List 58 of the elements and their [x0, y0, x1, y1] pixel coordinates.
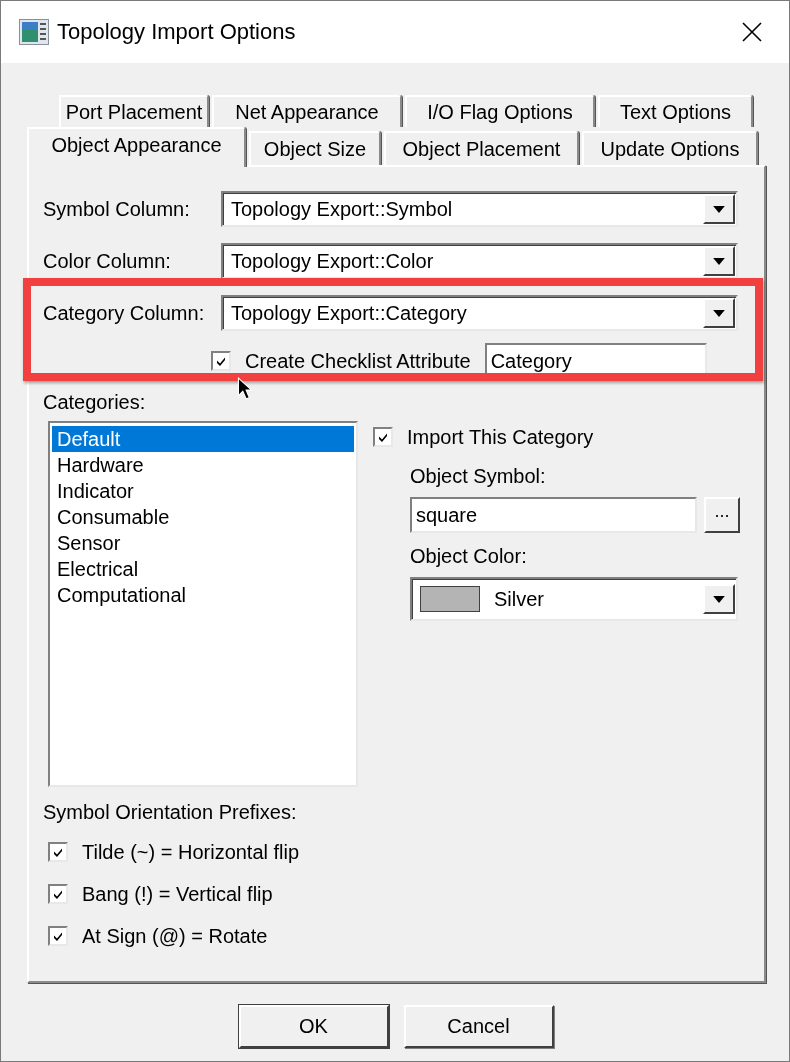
category-list[interactable]: Default Hardware Indicator Consumable Sensor Electrical Computational	[48, 421, 358, 787]
check-icon	[377, 431, 389, 443]
dropdown-button[interactable]	[703, 194, 735, 224]
list-item[interactable]: Sensor	[52, 530, 354, 556]
list-item[interactable]: Electrical	[52, 556, 354, 582]
tab[interactable]: Update Options	[582, 131, 758, 165]
caret-icon	[713, 257, 725, 265]
list-item[interactable]: Default	[52, 426, 354, 452]
field-label: Object Color:	[410, 545, 528, 569]
browse-button[interactable]: ...	[704, 497, 740, 533]
list-item[interactable]: Consumable	[52, 504, 354, 530]
close-icon	[742, 22, 762, 42]
tab[interactable]: Text Options	[598, 95, 753, 127]
dropdown-field[interactable]: Topology Export::Symbol	[221, 191, 738, 227]
check-icon	[52, 846, 64, 858]
tab[interactable]: Net Appearance	[212, 95, 402, 127]
field-label: Symbol Column:	[43, 197, 191, 221]
text-field[interactable]: square	[410, 497, 697, 533]
check-icon	[52, 888, 64, 900]
checkbox-label: Tilde (~) = Horizontal flip	[82, 840, 300, 864]
dropdown-field[interactable]: Topology Export::Color	[221, 243, 738, 279]
dialog-button[interactable]: Cancel	[403, 1005, 554, 1048]
checkbox[interactable]	[48, 884, 68, 904]
checkbox[interactable]	[48, 926, 68, 946]
field-label: Object Symbol:	[410, 465, 547, 489]
dropdown-field[interactable]: Topology Export::Category	[221, 295, 738, 331]
window-title: Topology Import Options	[57, 19, 297, 45]
app-icon	[19, 19, 49, 45]
checkbox[interactable]	[48, 842, 68, 862]
tab[interactable]: Object Size	[249, 131, 381, 165]
field-label: Color Column:	[43, 249, 172, 273]
list-item[interactable]: Indicator	[52, 478, 354, 504]
checkbox-label: Bang (!) = Vertical flip	[82, 882, 273, 906]
section-label: Categories:	[43, 391, 147, 415]
dialog-button[interactable]: OK	[238, 1005, 389, 1048]
caret-icon	[713, 309, 725, 317]
tab[interactable]: Object Placement	[384, 131, 579, 165]
tab[interactable]: Object Appearance	[27, 127, 246, 167]
field-label: Category Column:	[43, 301, 206, 325]
color-dropdown[interactable]: Silver	[410, 577, 738, 621]
dropdown-button[interactable]	[703, 584, 735, 614]
list-item[interactable]: Computational	[52, 582, 354, 608]
caret-icon	[713, 205, 725, 213]
dropdown-button[interactable]	[703, 298, 735, 328]
section-label: Symbol Orientation Prefixes:	[43, 801, 298, 825]
checkbox[interactable]	[211, 351, 231, 371]
check-icon	[52, 930, 64, 942]
caret-icon	[713, 595, 725, 603]
check-icon	[215, 355, 227, 367]
tab[interactable]: I/O Flag Options	[405, 95, 595, 127]
checkbox-label: At Sign (@) = Rotate	[82, 924, 268, 948]
checkbox[interactable]	[373, 427, 393, 447]
list-item[interactable]: Hardware	[52, 452, 354, 478]
checkbox-label: Import This Category	[407, 425, 594, 449]
dropdown-button[interactable]	[703, 246, 735, 276]
checkbox-label: Create Checklist Attribute	[245, 349, 471, 373]
tab[interactable]: Port Placement	[59, 95, 209, 127]
cursor-icon	[237, 377, 253, 401]
